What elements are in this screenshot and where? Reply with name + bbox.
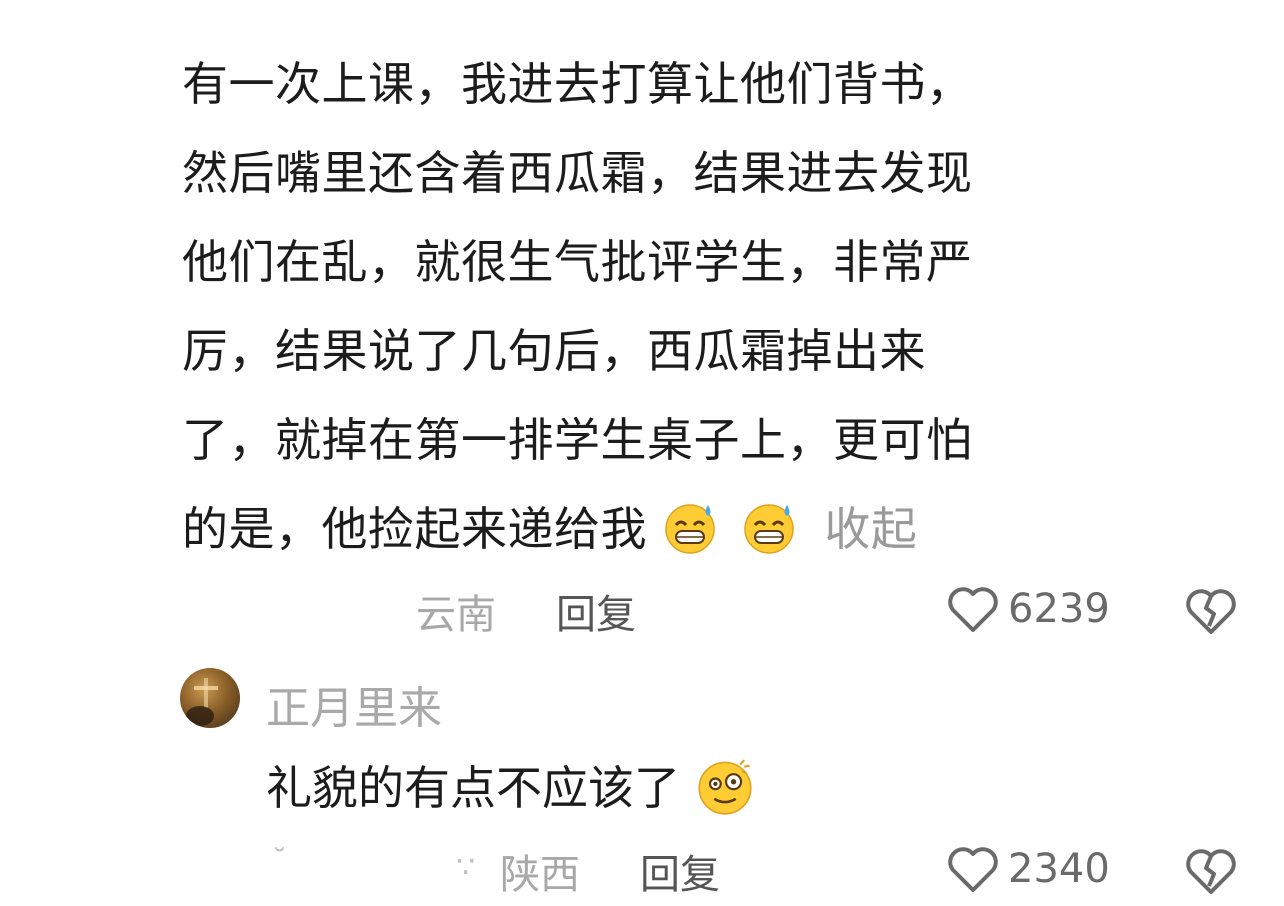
avatar[interactable] (180, 668, 240, 728)
comment-location: 云南 (416, 592, 496, 638)
comment-line: 然后嘴里还含着西瓜霜，结果进去发现 (182, 146, 973, 200)
heart-outline-icon (948, 847, 998, 892)
heart-outline-icon (948, 587, 998, 632)
reply-meta-row: ˘ ∵ 陕西 回复 2340 (0, 842, 1284, 902)
sweat-grin-emoji-icon (744, 504, 794, 554)
comment-line: 的是，他捡起来递给我 (182, 502, 647, 556)
reply-button[interactable]: 回复 (556, 582, 636, 640)
reply-text: 礼貌的有点不应该了 (266, 752, 763, 818)
like-button[interactable]: 2340 (946, 844, 1110, 894)
comment-meta-row: 云南 回复 6239 (0, 582, 1284, 642)
comment-line: 厉，结果说了几句后，西瓜霜掉出来 (182, 324, 926, 378)
like-count: 6239 (1008, 586, 1110, 632)
dizzy-face-emoji-icon (698, 759, 752, 815)
collapse-button[interactable]: 收起 (824, 502, 917, 556)
reply-location: 陕西 (500, 852, 580, 898)
comment-line: 了，就掉在第一排学生桌子上，更可怕 (182, 413, 973, 467)
like-count: 2340 (1008, 846, 1110, 892)
blurred-artifact: ∵ (456, 850, 476, 885)
comment-line: 有一次上课，我进去打算让他们背书， (182, 57, 973, 111)
sweat-grin-emoji-icon (665, 504, 715, 554)
reply-button[interactable]: 回复 (640, 842, 720, 900)
reply-username[interactable]: 正月里来 (266, 672, 442, 736)
comment-line: 他们在乱，就很生气批评学生，非常严 (182, 235, 973, 289)
dislike-button[interactable] (1184, 586, 1238, 646)
blurred-artifact: ˘ (272, 844, 287, 879)
broken-heart-icon (1186, 589, 1236, 634)
broken-heart-icon (1186, 849, 1236, 894)
comment-last-line: 的是，他捡起来递给我 收起 (182, 485, 1252, 574)
avatar-image (186, 678, 218, 726)
dislike-button[interactable] (1184, 846, 1238, 906)
comment-body: 有一次上课，我进去打算让他们背书， 然后嘴里还含着西瓜霜，结果进去发现 他们在乱… (182, 40, 1252, 574)
like-button[interactable]: 6239 (946, 584, 1110, 634)
reply-text-content: 礼貌的有点不应该了 (266, 761, 680, 815)
